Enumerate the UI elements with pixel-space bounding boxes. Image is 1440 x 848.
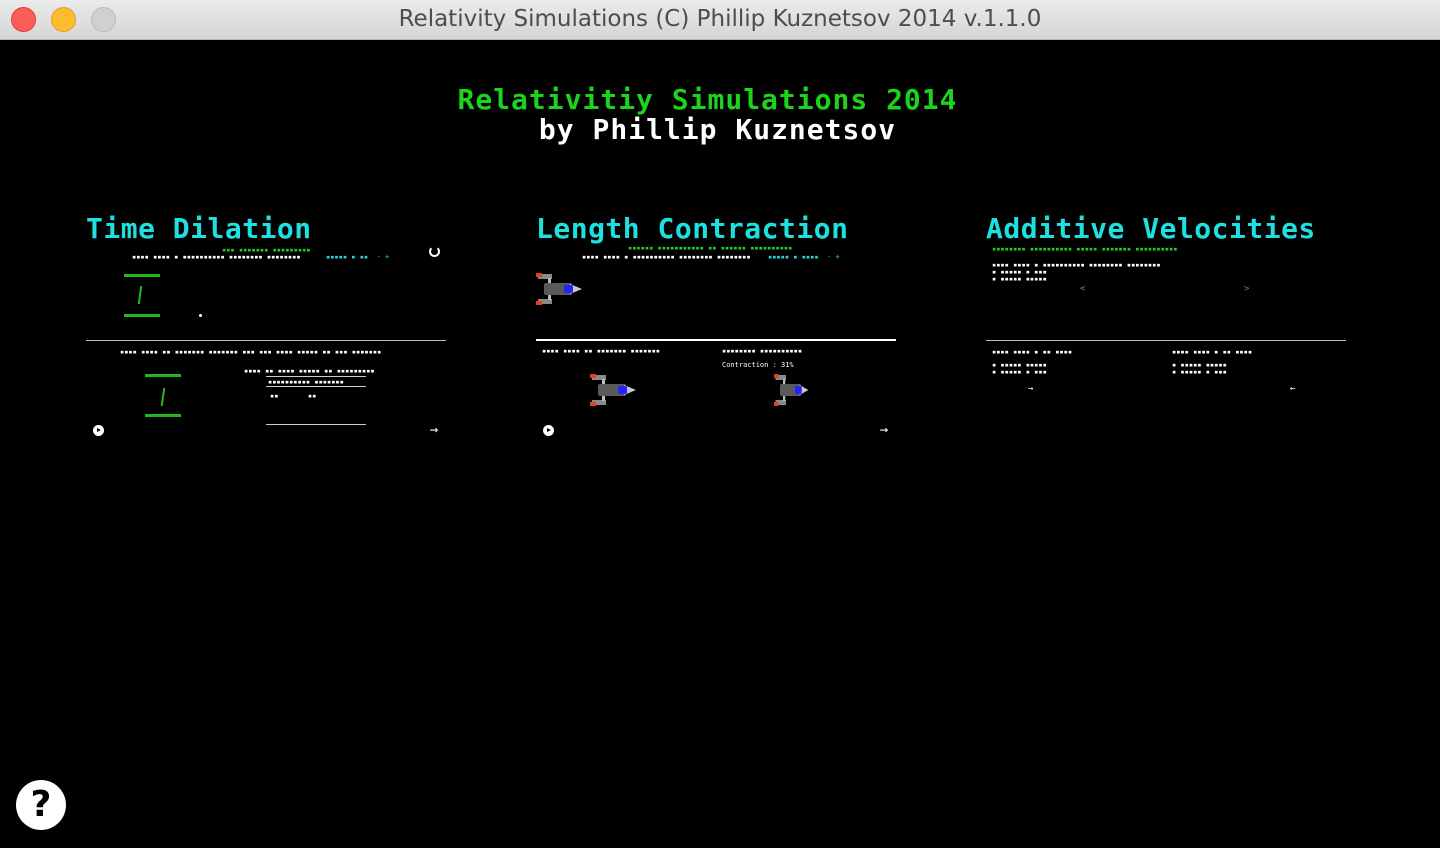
additive-velocities-divider xyxy=(986,340,1346,341)
moving-clock-bottom-mirror xyxy=(145,414,181,417)
length-contraction-right-caption: ▪▪▪▪▪▪▪▪ ▪▪▪▪▪▪▪▪▪▪ xyxy=(722,347,803,355)
time-table-values: ▪▪ ▪▪ xyxy=(270,392,317,400)
moving-clock-top-mirror xyxy=(145,374,181,377)
reset-icon xyxy=(428,245,440,257)
arrow-right-icon: → xyxy=(879,422,889,438)
length-contraction-divider xyxy=(536,339,896,341)
help-button[interactable]: ? xyxy=(16,780,66,830)
time-table-footer-line xyxy=(266,424,366,425)
time-dilation-frame-caption: ▪▪▪▪ ▪▪▪▪ ▪▪ ▪▪▪▪▪▪▪ ▪▪▪▪▪▪▪ ▪▪▪ ▪▪▪ ▪▪▪… xyxy=(120,348,382,356)
object-b-arrow-icon: > xyxy=(1244,284,1250,294)
additive-velocities-preview-heading: ▪▪▪▪▪▪▪▪ ▪▪▪▪▪▪▪▪▪▪ ▪▪▪▪▪ ▪▪▪▪▪▪▪ ▪▪▪▪▪▪… xyxy=(992,245,1178,253)
time-dilation-panel[interactable]: Time Dilation ▪▪▪ ▪▪▪▪▪▪▪ ▪▪▪▪▪▪▪▪▪ ▪▪▪▪… xyxy=(86,212,448,444)
object-b-speed: ▪ ▪▪▪▪▪ ▪▪▪▪▪ xyxy=(992,275,1047,283)
length-contraction-left-caption: ▪▪▪▪ ▪▪▪▪ ▪▪ ▪▪▪▪▪▪▪ ▪▪▪▪▪▪▪ xyxy=(542,347,661,355)
frame-a-direction-icon: → xyxy=(1028,384,1034,394)
play-icon xyxy=(542,424,554,436)
light-clock-top-mirror xyxy=(124,274,160,277)
light-clock-photon-path xyxy=(137,286,143,304)
length-contraction-next-button[interactable]: → xyxy=(878,422,890,438)
additive-velocities-title[interactable]: Additive Velocities xyxy=(986,212,1316,245)
b-frame-gamma: ▪ ▪▪▪▪▪ ▪ ▪▪▪ xyxy=(1172,368,1227,376)
reset-icon-button[interactable] xyxy=(428,245,440,257)
length-contraction-preview-caption: ▪▪▪▪ ▪▪▪▪ ▪ ▪▪▪▪▪▪▪▪▪▪ ▪▪▪▪▪▪▪▪ ▪▪▪▪▪▪▪▪ xyxy=(582,253,751,261)
question-mark-icon: ? xyxy=(30,784,52,825)
time-table-heading: ▪▪▪▪ ▪▪ ▪▪▪▪ ▪▪▪▪▪ ▪▪ ▪▪▪▪▪▪▪▪▪ xyxy=(244,367,375,375)
app-subtitle: by Phillip Kuznetsov xyxy=(538,113,897,146)
window-titlebar: Relativity Simulations (C) Phillip Kuzne… xyxy=(0,0,1440,40)
app-title: Relativitiy Simulations 2014 xyxy=(457,83,958,116)
length-contraction-title[interactable]: Length Contraction xyxy=(536,212,848,245)
spaceship-icon xyxy=(590,373,638,407)
spaceship-icon xyxy=(774,373,810,407)
time-dilation-divider xyxy=(86,340,446,341)
length-contraction-play-button[interactable] xyxy=(542,424,554,436)
spaceship-icon xyxy=(536,272,584,306)
length-contraction-speed-readout: ▪▪▪▪▪ ▪ ▪▪▪▪ - + xyxy=(768,253,840,261)
time-dilation-next-button[interactable]: → xyxy=(428,422,440,438)
view-from-b-caption: ▪▪▪▪ ▪▪▪▪ ▪ ▪▪ ▪▪▪▪ xyxy=(1172,348,1253,356)
contraction-percentage: Contraction : 31% xyxy=(722,361,794,369)
arrow-right-icon: → xyxy=(429,422,439,438)
photon-dot xyxy=(199,314,202,317)
length-contraction-preview-heading: ▪▪▪▪▪▪ ▪▪▪▪▪▪▪▪▪▪▪ ▪▪ ▪▪▪▪▪▪ ▪▪▪▪▪▪▪▪▪▪ xyxy=(628,244,793,252)
time-table-columns-underline xyxy=(266,386,366,387)
time-dilation-title[interactable]: Time Dilation xyxy=(86,212,312,245)
time-table-columns: ▪▪▪▪▪▪▪▪▪▪ ▪▪▪▪▪▪▪ xyxy=(268,378,344,386)
time-dilation-speed-readout: ▪▪▪▪▪ ▪ ▪▪ - + xyxy=(326,253,390,261)
time-table-heading-underline xyxy=(266,376,366,377)
light-clock-bottom-mirror xyxy=(124,314,160,317)
length-contraction-panel[interactable]: Length Contraction ▪▪▪▪▪▪ ▪▪▪▪▪▪▪▪▪▪▪ ▪▪… xyxy=(536,212,898,444)
a-frame-gamma: ▪ ▪▪▪▪▪ ▪ ▪▪▪ xyxy=(992,368,1047,376)
time-dilation-preview-caption: ▪▪▪▪ ▪▪▪▪ ▪ ▪▪▪▪▪▪▪▪▪▪ ▪▪▪▪▪▪▪▪ ▪▪▪▪▪▪▪▪ xyxy=(132,253,301,261)
time-dilation-play-button[interactable] xyxy=(92,424,104,436)
window-title: Relativity Simulations (C) Phillip Kuzne… xyxy=(398,6,1042,32)
frame-b-direction-icon: ← xyxy=(1290,384,1296,394)
object-a-arrow-icon: < xyxy=(1080,284,1086,294)
view-from-a-caption: ▪▪▪▪ ▪▪▪▪ ▪ ▪▪ ▪▪▪▪ xyxy=(992,348,1073,356)
play-icon xyxy=(92,424,104,436)
moving-clock-photon-path xyxy=(160,388,166,406)
additive-velocities-panel[interactable]: Additive Velocities ▪▪▪▪▪▪▪▪ ▪▪▪▪▪▪▪▪▪▪ … xyxy=(986,212,1348,444)
